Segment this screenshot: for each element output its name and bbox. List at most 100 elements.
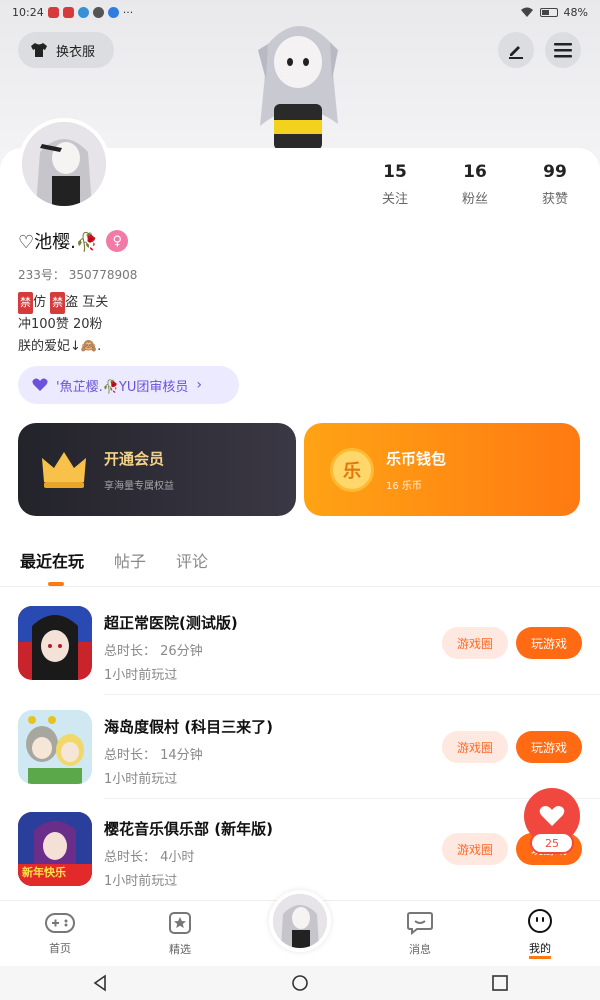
game-list-item[interactable]: 海岛度假村 (科目三来了) 总时长： 14分钟 1小时前玩过 游戏圈 玩游戏 (18, 710, 588, 802)
bio-line: 禁仿 禁盗 互关 (18, 292, 108, 314)
nav-profile-label: 我的 (529, 940, 551, 959)
likes-label: 获赞 (541, 192, 568, 207)
wifi-icon (520, 7, 533, 17)
notification-icon (77, 6, 89, 18)
shirt-icon (31, 43, 47, 57)
team-badge-label: '魚芷樱.🥀YU团审核员 (56, 379, 189, 395)
ban-badge: 禁 (50, 292, 66, 314)
team-badge[interactable]: '魚芷樱.🥀YU团审核员 › (18, 366, 239, 404)
status-bar: 10:24 ··· 48% (0, 0, 600, 24)
system-navigation-bar (0, 966, 600, 1000)
followers-label: 粉丝 (461, 192, 488, 207)
hamburger-menu-icon (554, 43, 572, 58)
bio-line: 冲100赞 20粉 (18, 317, 103, 332)
menu-button[interactable] (545, 32, 581, 68)
likes-count: 99 (543, 162, 567, 182)
nav-center-avatar-button[interactable] (269, 890, 331, 952)
change-outfit-label: 换衣服 (56, 44, 96, 60)
nickname: ♡池樱.🥀 (18, 232, 99, 253)
notification-icon (62, 6, 74, 18)
following-count: 15 (383, 162, 407, 182)
battery-icon (539, 7, 558, 17)
notification-icon (107, 6, 119, 18)
nav-featured-label: 精选 (169, 942, 191, 956)
character-illustration (258, 25, 338, 150)
wallet-title: 乐币钱包 (386, 449, 447, 468)
game-duration: 总时长： 4小时 (104, 850, 195, 865)
battery-level: 48% (563, 5, 588, 19)
heart-icon (539, 805, 565, 826)
crown-icon (42, 451, 86, 488)
game-icon-text: 新年快乐 (22, 866, 66, 879)
bio-line: 朕的爱妃↓🙈. (18, 339, 102, 354)
game-last-played: 1小时前玩过 (104, 668, 178, 683)
profile-stats: 15 关注 16 粉丝 99 获赞 (360, 162, 590, 207)
like-count: 25 (530, 832, 574, 854)
female-gender-icon: ♀ (106, 230, 129, 252)
notification-icon (47, 6, 59, 18)
play-game-button[interactable]: 玩游戏 (516, 731, 582, 763)
game-icon (18, 606, 92, 680)
avatar[interactable] (18, 118, 110, 210)
play-game-button[interactable]: 玩游戏 (516, 627, 582, 659)
vip-title: 开通会员 (104, 449, 165, 468)
vip-card[interactable]: 开通会员 享海量专属权益 (18, 423, 296, 516)
home-icon[interactable] (291, 974, 309, 992)
vip-subtitle: 享海量专属权益 (104, 480, 174, 492)
game-circle-button[interactable]: 游戏圈 (442, 833, 508, 865)
edit-profile-button[interactable] (498, 32, 534, 68)
nav-home[interactable]: 首页 (0, 901, 120, 966)
game-title: 海岛度假村 (科目三来了) (104, 718, 273, 736)
following-stat[interactable]: 15 关注 (360, 162, 430, 207)
game-circle-button[interactable]: 游戏圈 (442, 627, 508, 659)
game-last-played: 1小时前玩过 (104, 874, 178, 889)
game-list-item[interactable]: 超正常医院(测试版) 总时长： 26分钟 1小时前玩过 游戏圈 玩游戏 (18, 606, 588, 698)
tab-recent-played[interactable]: 最近在玩 (20, 548, 84, 586)
heart-icon (32, 378, 48, 391)
likes-stat[interactable]: 99 获赞 (520, 162, 590, 207)
chevron-right-icon: › (196, 377, 202, 393)
followers-count: 16 (463, 162, 487, 182)
game-title: 樱花音乐俱乐部 (新年版) (104, 820, 273, 838)
bio-text: 盗 互关 (65, 295, 109, 310)
game-icon: 新年快乐 (18, 812, 92, 886)
clock: 10:24 (12, 5, 44, 19)
nav-messages[interactable]: 消息 (360, 901, 480, 966)
followers-stat[interactable]: 16 粉丝 (440, 162, 510, 207)
game-circle-button[interactable]: 游戏圈 (442, 731, 508, 763)
avatar-image (22, 122, 106, 206)
game-duration: 总时长： 14分钟 (104, 748, 203, 763)
game-icon (18, 710, 92, 784)
wechat-icon (92, 6, 104, 18)
nav-profile[interactable]: 我的 (480, 901, 600, 966)
bio-text: 仿 (33, 295, 47, 310)
pencil-icon (509, 46, 523, 59)
tab-comments[interactable]: 评论 (176, 548, 208, 572)
star-icon (169, 911, 191, 934)
message-icon (407, 911, 433, 935)
tab-divider (0, 586, 600, 587)
game-duration: 总时长： 26分钟 (104, 644, 203, 659)
nav-featured[interactable]: 精选 (120, 901, 240, 966)
face-icon (528, 909, 552, 933)
wallet-card[interactable]: 乐 乐币钱包 16 乐币 (304, 423, 580, 516)
more-notifications: ··· (122, 5, 134, 19)
game-last-played: 1小时前玩过 (104, 772, 178, 787)
content-tabs: 最近在玩 帖子 评论 (20, 548, 208, 586)
nav-messages-label: 消息 (409, 942, 431, 956)
list-divider (104, 694, 600, 695)
gamepad-icon (45, 912, 75, 933)
following-label: 关注 (381, 192, 408, 207)
recent-apps-icon[interactable] (491, 974, 509, 992)
change-outfit-button[interactable]: 换衣服 (18, 32, 114, 68)
center-avatar (273, 894, 327, 948)
nav-home-label: 首页 (49, 941, 71, 955)
user-id[interactable]: 233号： 350778908 (18, 266, 137, 283)
nickname-row: ♡池樱.🥀 ♀ (18, 228, 129, 254)
list-divider (104, 798, 600, 799)
back-icon[interactable] (91, 974, 109, 992)
wallet-balance: 16 乐币 (386, 480, 422, 492)
ban-badge: 禁 (18, 292, 33, 314)
coin-icon: 乐 (330, 447, 374, 492)
tab-posts[interactable]: 帖子 (114, 548, 146, 572)
